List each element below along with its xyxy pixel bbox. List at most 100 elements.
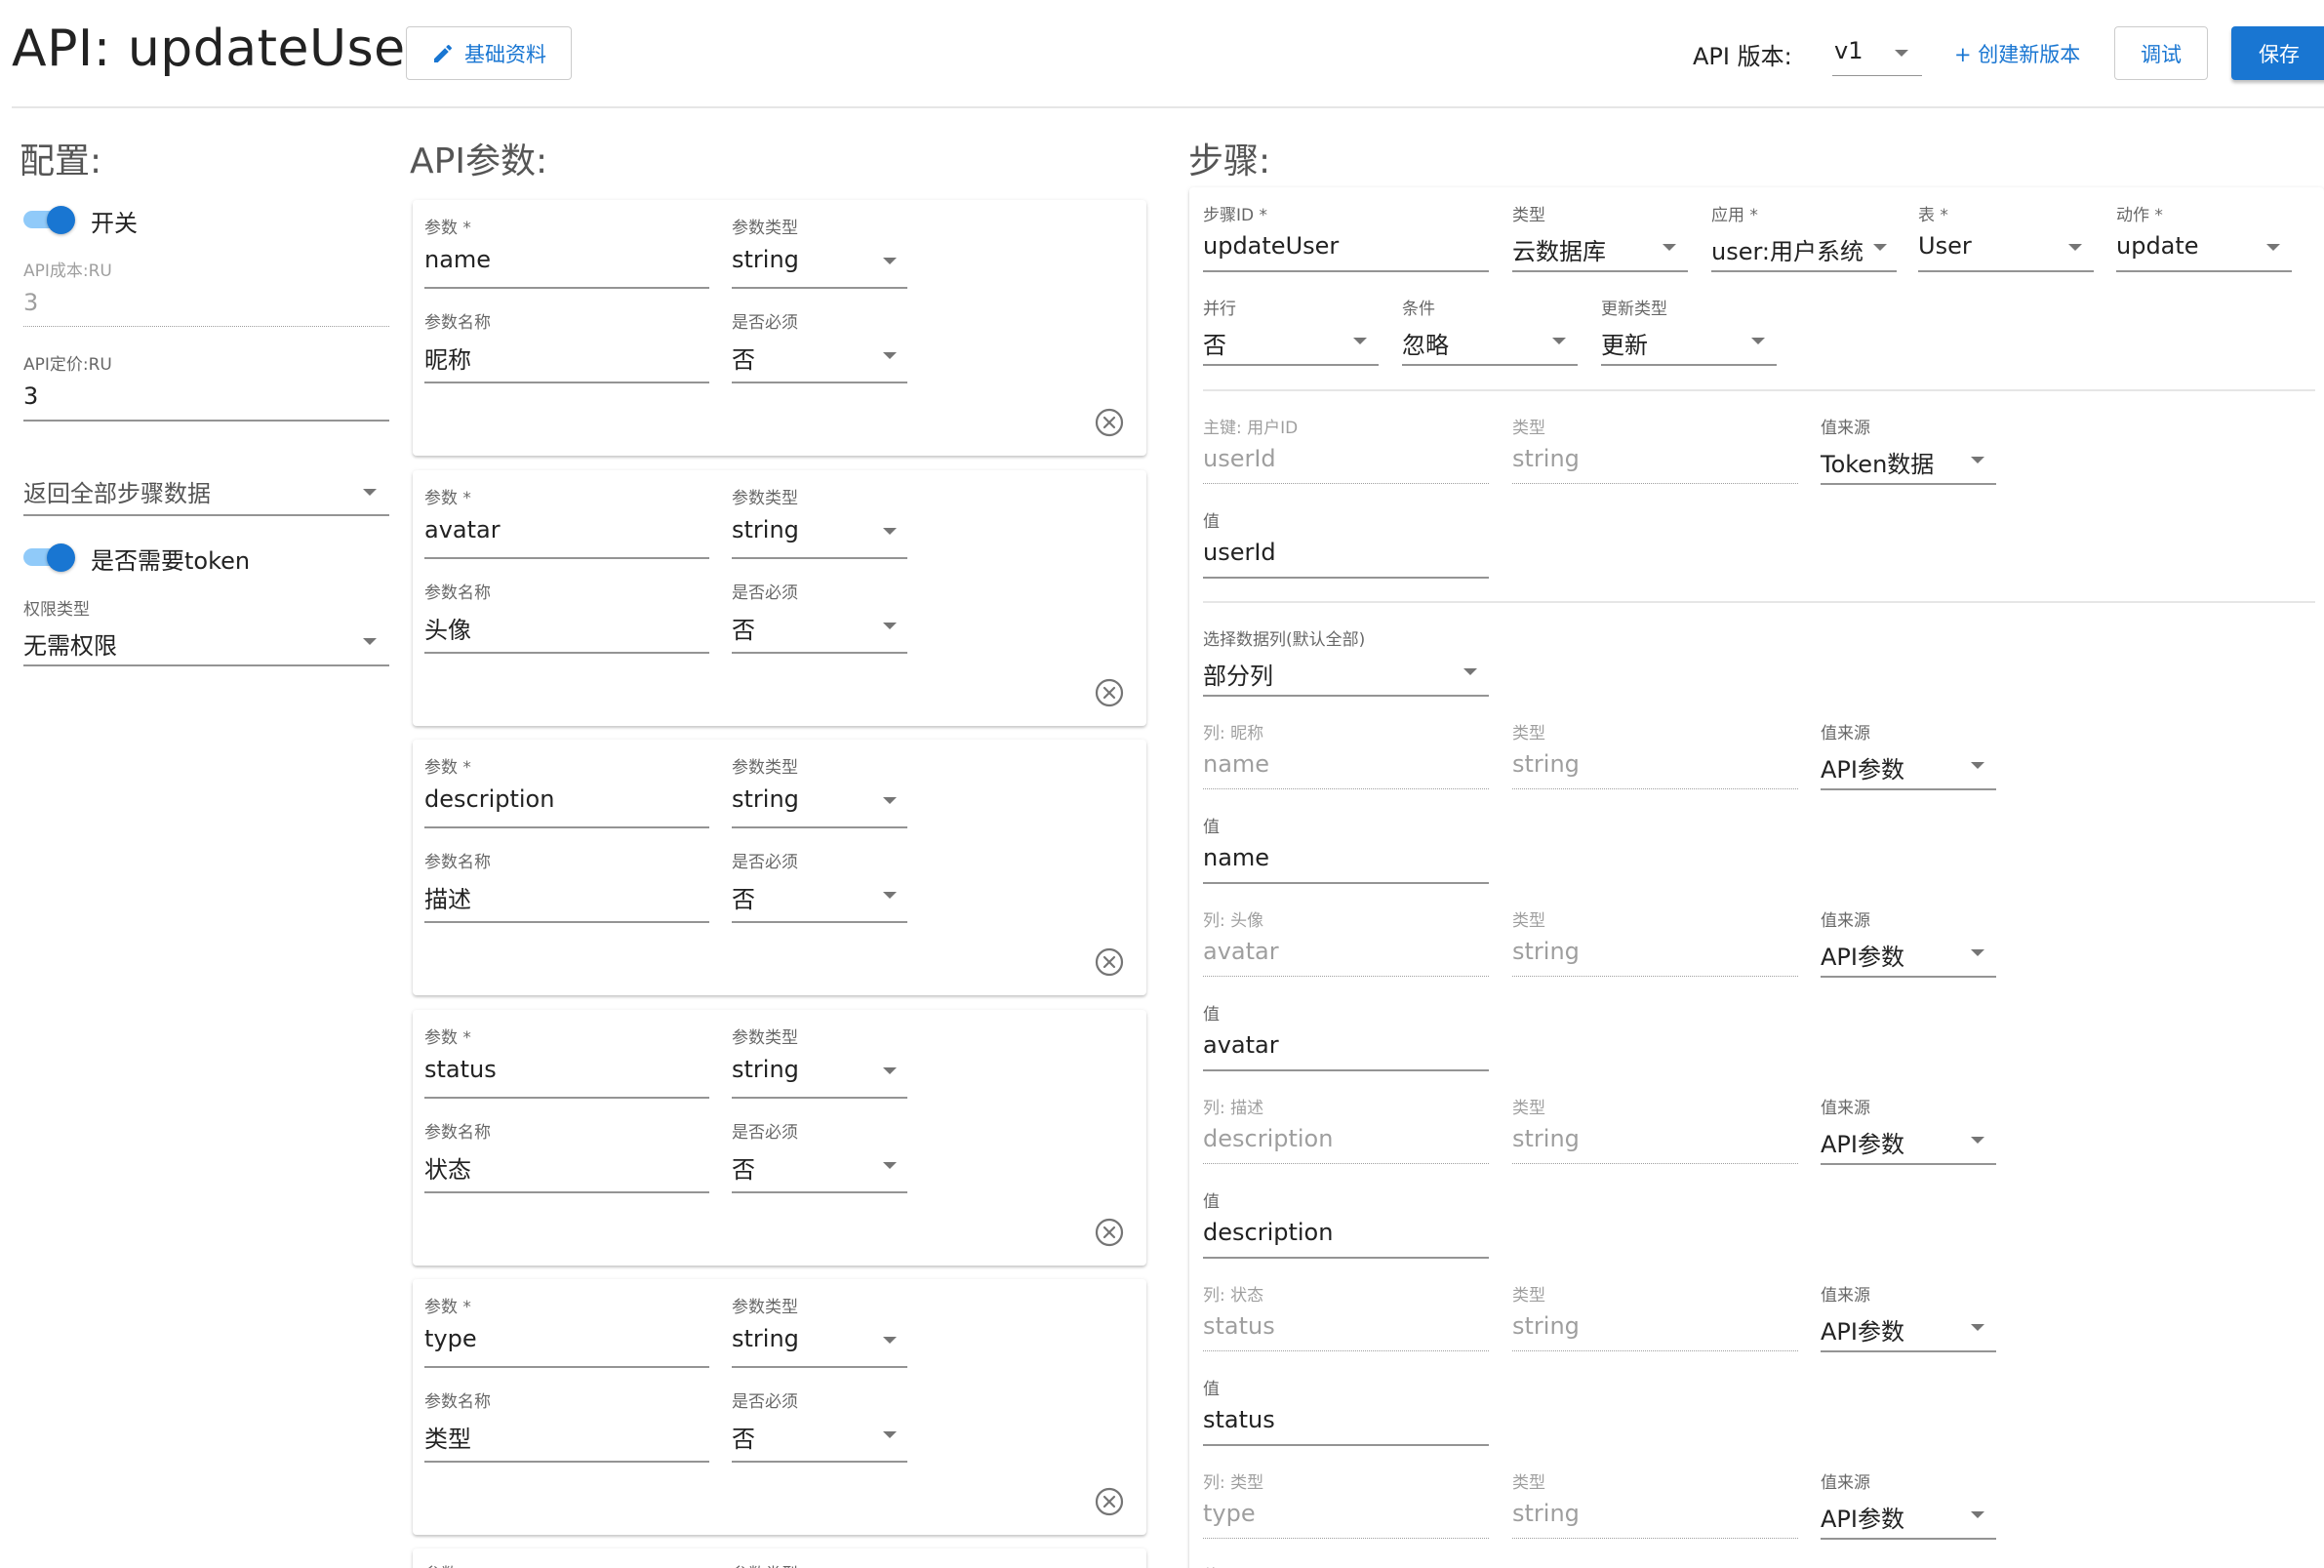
- column-field[interactable]: 列: 昵称 name: [1203, 719, 1489, 789]
- param-name-input[interactable]: 参数名称 状态: [424, 1118, 709, 1193]
- param-name-input[interactable]: 参数名称 昵称: [424, 308, 709, 383]
- column-source-label: 值来源: [1821, 1099, 1870, 1118]
- column-type-field[interactable]: 类型 string: [1512, 1281, 1798, 1351]
- param-required-select[interactable]: 是否必须否: [732, 848, 907, 923]
- step-id-label: 步骤ID *: [1203, 206, 1268, 225]
- column-field[interactable]: 列: 描述 description: [1203, 1094, 1489, 1164]
- param-type-value: string: [732, 516, 799, 543]
- column-source-select[interactable]: 值来源 API参数: [1821, 1281, 1996, 1352]
- column-underline: [1203, 1350, 1489, 1352]
- version-select[interactable]: v1: [1832, 29, 1922, 76]
- param-required-select[interactable]: 是否必须否: [732, 308, 907, 383]
- column-val-value: description: [1203, 1219, 1334, 1246]
- step-id-field[interactable]: 步骤ID * updateUser: [1203, 201, 1489, 272]
- column-type-field[interactable]: 类型 string: [1512, 1468, 1798, 1539]
- param-type-underline: [732, 826, 907, 828]
- remove-circle-icon[interactable]: [1094, 1486, 1125, 1517]
- param-type-select[interactable]: 参数类型 string: [732, 1293, 907, 1368]
- chevron-down-icon: [1463, 668, 1477, 675]
- key-val-field[interactable]: 值 userId: [1203, 507, 1489, 579]
- column-source-select[interactable]: 值来源 API参数: [1821, 1468, 1996, 1540]
- column-source-select[interactable]: 值来源 API参数: [1821, 719, 1996, 790]
- step-type-select[interactable]: 类型 云数据库: [1512, 201, 1688, 272]
- param-type-select[interactable]: 参数类型 string: [732, 214, 907, 289]
- param-type-select[interactable]: 参数类型 string: [732, 484, 907, 559]
- token-toggle[interactable]: [21, 539, 78, 572]
- key-type-field[interactable]: 类型 string: [1512, 414, 1798, 484]
- param-required-select[interactable]: 是否必须否: [732, 1387, 907, 1463]
- column-type-value: string: [1512, 1500, 1580, 1527]
- param-type-select[interactable]: 参数类型 string: [732, 753, 907, 828]
- param-input[interactable]: 参数 * status: [424, 1024, 709, 1099]
- price-label: API定价:RU: [23, 355, 112, 375]
- param-name-input[interactable]: 参数名称 描述: [424, 848, 709, 923]
- param-name-value: 描述: [424, 886, 471, 913]
- condition-select[interactable]: 条件 忽略: [1402, 295, 1578, 366]
- remove-circle-icon[interactable]: [1094, 407, 1125, 438]
- column-val-field[interactable]: 值 name: [1203, 813, 1489, 884]
- key-field[interactable]: 主键: 用户ID userId: [1203, 414, 1489, 484]
- column-type-field[interactable]: 类型 string: [1512, 906, 1798, 977]
- step-action-label: 动作 *: [2116, 206, 2163, 225]
- param-required-select[interactable]: 是否必须否: [732, 579, 907, 654]
- column-val-underline: [1203, 882, 1489, 884]
- key-source-label: 值来源: [1821, 419, 1870, 438]
- param-value: name: [424, 246, 492, 273]
- column-value: name: [1203, 750, 1270, 778]
- param-name-label: 参数名称: [424, 853, 491, 872]
- update-type-select[interactable]: 更新类型 更新: [1601, 295, 1777, 366]
- debug-button[interactable]: 调试: [2114, 26, 2208, 80]
- column-field[interactable]: 列: 类型 type: [1203, 1468, 1489, 1539]
- return-mode-select[interactable]: 返回全部步骤数据: [23, 474, 389, 516]
- step-table-select[interactable]: 表 * User: [1918, 201, 2094, 272]
- column-type-field[interactable]: 类型 string: [1512, 1094, 1798, 1164]
- remove-circle-icon[interactable]: [1094, 946, 1125, 978]
- column-val-field[interactable]: 值 status: [1203, 1375, 1489, 1446]
- step-action-select[interactable]: 动作 * update: [2116, 201, 2292, 272]
- column-val-label: 值: [1203, 1380, 1220, 1399]
- column-val-field[interactable]: 值: [1203, 1562, 1489, 1568]
- price-field[interactable]: API定价:RU 3: [23, 350, 389, 422]
- param-required-select[interactable]: 是否必须否: [732, 1118, 907, 1193]
- param-input[interactable]: 参数 * description: [424, 753, 709, 828]
- param-name-value: 状态: [424, 1156, 471, 1184]
- column-source-select[interactable]: 值来源 API参数: [1821, 1094, 1996, 1165]
- param-name-underline: [424, 1191, 709, 1193]
- step-id-value: updateUser: [1203, 232, 1340, 260]
- param-input[interactable]: 参数 * avatar: [424, 484, 709, 559]
- column-source-label: 值来源: [1821, 1286, 1870, 1306]
- param-input[interactable]: 参数 * type: [424, 1293, 709, 1368]
- param-underline: [424, 287, 709, 289]
- permission-label: 权限类型: [23, 600, 90, 620]
- remove-circle-icon[interactable]: [1094, 1217, 1125, 1248]
- column-type-field[interactable]: 类型 string: [1512, 719, 1798, 789]
- basic-info-button[interactable]: 基础资料: [406, 26, 572, 80]
- param-name-input[interactable]: 参数名称 头像: [424, 579, 709, 654]
- cost-field[interactable]: API成本:RU 3: [23, 257, 389, 327]
- chevron-down-icon: [883, 1337, 897, 1344]
- column-source-value: API参数: [1821, 756, 1904, 784]
- header-divider: [12, 106, 2324, 108]
- column-val-field[interactable]: 值 description: [1203, 1187, 1489, 1259]
- param-value: avatar: [424, 516, 501, 543]
- step-app-select[interactable]: 应用 * user:用户系统: [1711, 201, 1897, 272]
- param-type-select[interactable]: 参数类型 string: [732, 1024, 907, 1099]
- key-source-select[interactable]: 值来源 Token数据: [1821, 414, 1996, 485]
- columns-select-value: 部分列: [1203, 663, 1273, 690]
- param-name-input[interactable]: 参数名称 类型: [424, 1387, 709, 1463]
- column-field[interactable]: 列: 头像 avatar: [1203, 906, 1489, 977]
- parallel-select[interactable]: 并行 否: [1203, 295, 1379, 366]
- param-type-value: string: [732, 785, 799, 813]
- param-name-label: 参数名称: [424, 583, 491, 603]
- columns-select[interactable]: 选择数据列(默认全部) 部分列: [1203, 625, 1489, 697]
- permission-select[interactable]: 权限类型 无需权限: [23, 595, 389, 666]
- save-button[interactable]: 保存: [2231, 26, 2324, 80]
- column-source-select[interactable]: 值来源 API参数: [1821, 906, 1996, 978]
- column-field[interactable]: 列: 状态 status: [1203, 1281, 1489, 1351]
- remove-circle-icon[interactable]: [1094, 677, 1125, 708]
- column-val-field[interactable]: 值 avatar: [1203, 1000, 1489, 1071]
- switch-toggle[interactable]: [21, 201, 78, 234]
- create-version-button[interactable]: + 创建新版本: [1954, 39, 2080, 68]
- param-input[interactable]: 参数 * name: [424, 214, 709, 289]
- column-val-value: status: [1203, 1406, 1275, 1433]
